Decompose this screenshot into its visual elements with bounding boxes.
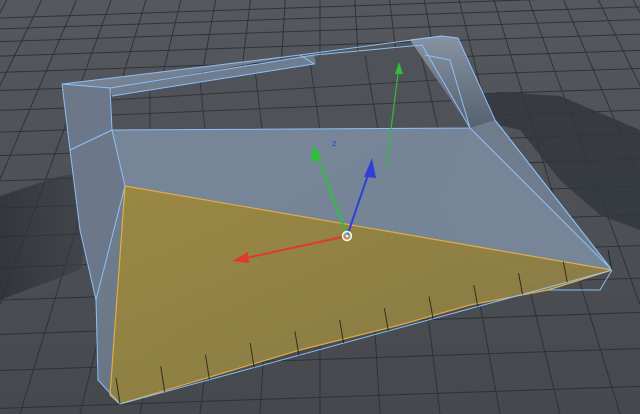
pivot-circle-icon[interactable] <box>341 230 353 242</box>
viewport-canvas[interactable]: z <box>0 0 640 414</box>
gizmo-z-small-label: z <box>332 139 336 148</box>
3d-viewport[interactable]: z <box>0 0 640 414</box>
